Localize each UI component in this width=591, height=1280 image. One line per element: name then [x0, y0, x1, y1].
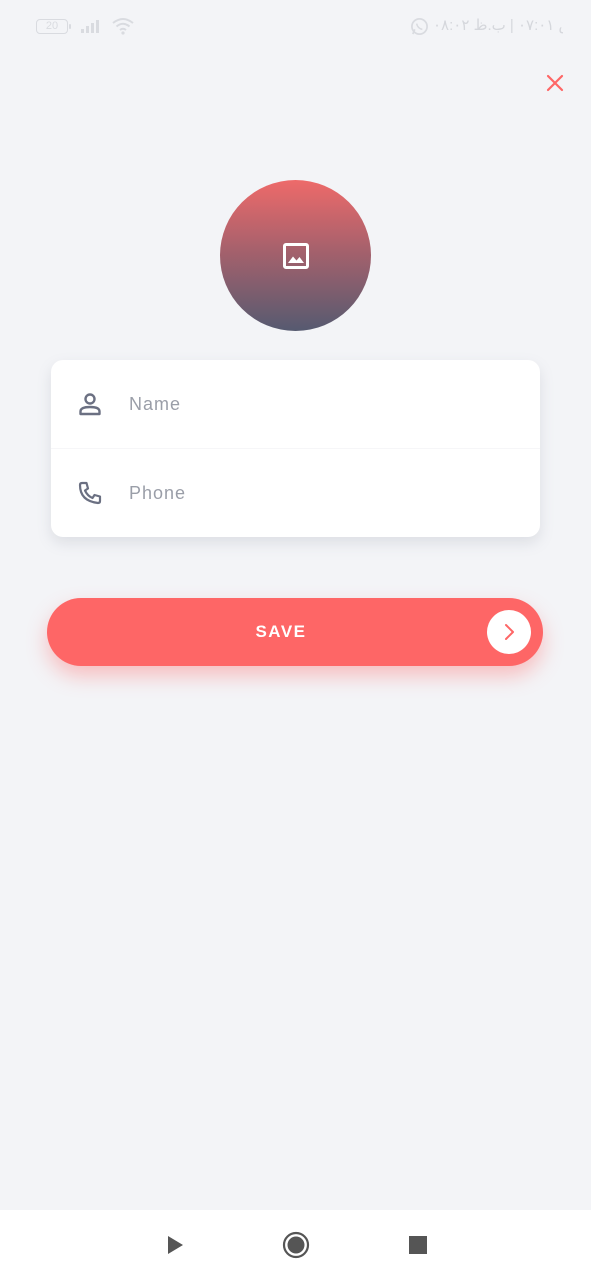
phone-input[interactable]	[129, 473, 519, 513]
avatar-picker[interactable]	[220, 180, 371, 331]
chevron-right-icon	[487, 610, 531, 654]
battery-icon: 20	[36, 19, 71, 34]
person-icon	[77, 391, 103, 417]
name-field-row	[51, 360, 540, 448]
home-circle-icon	[282, 1231, 310, 1259]
contact-edit-screen: 20 ص ٠٧:٠١ | ب.ظ ٠٨:٠٢	[0, 0, 591, 1280]
back-button[interactable]	[161, 1231, 189, 1259]
square-icon	[409, 1236, 427, 1254]
play-back-icon	[168, 1236, 183, 1254]
save-button-label: SAVE	[255, 622, 307, 641]
whatsapp-icon	[411, 18, 428, 35]
wifi-icon	[112, 18, 134, 35]
navigation-bar	[0, 1210, 591, 1280]
save-button[interactable]: SAVE	[47, 598, 543, 666]
status-bar: 20 ص ٠٧:٠١ | ب.ظ ٠٨:٠٢	[0, 0, 591, 54]
signal-icon	[81, 20, 99, 33]
contact-form-card	[51, 360, 540, 537]
close-icon	[546, 74, 564, 92]
phone-icon	[77, 480, 103, 506]
image-icon	[282, 242, 309, 269]
status-time: ص ٠٧:٠١ | ب.ظ ٠٨:٠٢	[433, 17, 563, 34]
home-button[interactable]	[282, 1231, 310, 1259]
close-button[interactable]	[540, 68, 570, 98]
recents-button[interactable]	[404, 1231, 432, 1259]
phone-field-row	[51, 449, 540, 537]
name-input[interactable]	[129, 384, 519, 424]
